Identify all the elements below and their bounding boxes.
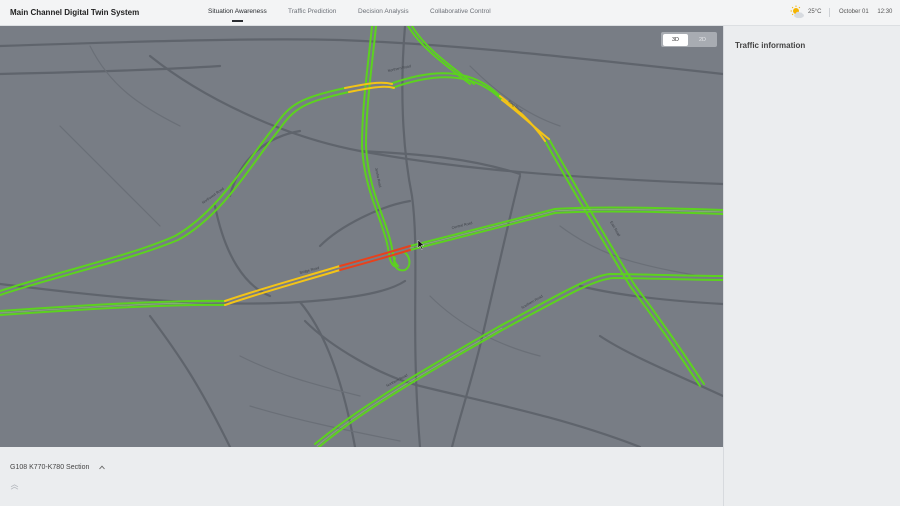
double-chevron-icon[interactable] [10, 484, 19, 490]
active-tab-indicator [232, 20, 243, 22]
date: October 01 [839, 9, 869, 15]
partly-sunny-icon [790, 5, 804, 19]
chevron-up-icon[interactable] [99, 465, 105, 470]
traffic-info-panel: Traffic information [723, 26, 900, 506]
section-title[interactable]: G108 K770-K780 Section [10, 464, 89, 471]
time: 12:30 [877, 9, 893, 15]
road-label: Southern Road [521, 294, 544, 310]
view-2d-button[interactable]: 2D [690, 34, 715, 46]
app-title: Main Channel Digital Twin System [10, 8, 140, 17]
section-panel: G108 K770-K780 Section [0, 447, 723, 506]
temperature: 25°C [808, 9, 822, 15]
tab-traffic-prediction[interactable]: Traffic Prediction [288, 8, 336, 15]
road-labels: Northern Road Ring Road Northwest Road J… [201, 64, 621, 388]
tab-decision-analysis[interactable]: Decision Analysis [358, 8, 409, 15]
header-divider [829, 8, 830, 17]
top-bar: Main Channel Digital Twin System Situati… [0, 0, 900, 26]
road-label: Jinsha Road [374, 167, 382, 187]
panel-title: Traffic information [735, 41, 806, 50]
view-3d-button[interactable]: 3D [663, 33, 688, 46]
road-label: Northern Road [387, 64, 411, 73]
traffic-map[interactable]: Northern Road Ring Road Northwest Road J… [0, 26, 723, 447]
road-label: East Road [609, 221, 621, 238]
map-canvas[interactable]: Northern Road Ring Road Northwest Road J… [0, 26, 723, 447]
date-time: October 01 12:30 [839, 9, 892, 15]
road-label: Central Road [451, 221, 473, 230]
view-mode-toggle[interactable]: 3D 2D [661, 32, 717, 47]
tab-situation-awareness[interactable]: Situation Awareness [208, 8, 267, 15]
tab-collaborative-control[interactable]: Collaborative Control [430, 8, 491, 15]
